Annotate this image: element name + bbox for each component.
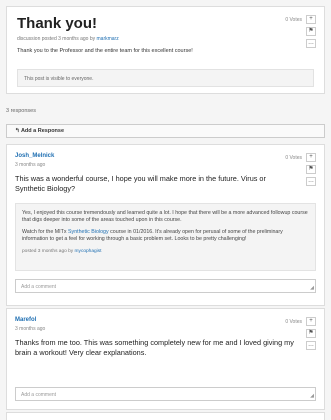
comment-meta: posted 3 months ago by mycophagist	[22, 248, 309, 255]
more-icon: …	[308, 178, 314, 184]
thread-more-button[interactable]: …	[306, 39, 316, 48]
response-more-button[interactable]: …	[306, 177, 316, 186]
response-vote-count: 0 Votes	[285, 155, 302, 161]
add-comment-input[interactable]: Add a comment ◢	[15, 279, 316, 293]
response-timestamp: 3 months ago	[15, 162, 46, 168]
response-upvote-button[interactable]: +	[306, 153, 316, 162]
flag-icon: ⚑	[308, 166, 314, 172]
flag-icon: ⚑	[308, 330, 314, 336]
add-comment-placeholder: Add a comment	[21, 392, 57, 398]
visibility-notice: This post is visible to everyone.	[17, 69, 314, 87]
add-comment-placeholder: Add a comment	[21, 284, 57, 290]
more-icon: …	[308, 342, 314, 348]
response-flag-button[interactable]: ⚑	[306, 329, 316, 338]
response-card	[6, 412, 325, 420]
thread-vote-count: 0 Votes	[285, 17, 302, 23]
responses-count: 3 responses	[6, 108, 36, 114]
add-response-label: Add a Response	[20, 128, 65, 134]
response-card: Marefol 3 months ago Thanks from me too.…	[6, 308, 325, 410]
response-content: Marefol 3 months ago Thanks from me too.…	[15, 317, 316, 357]
more-icon: …	[308, 40, 314, 46]
comment-paragraph: Yes, I enjoyed this course tremendously …	[22, 210, 308, 223]
add-comment-input[interactable]: Add a comment ◢	[15, 387, 316, 401]
thread-flag-button[interactable]: ⚑	[306, 27, 316, 36]
flag-icon: ⚑	[308, 28, 314, 34]
plus-icon: +	[309, 154, 313, 160]
reply-icon: ↰	[15, 128, 20, 134]
thread-meta-text: discussion posted 3 months ago by	[17, 36, 96, 42]
response-author-link[interactable]: Marefol	[15, 317, 316, 323]
thread-body: Thank you to the Professor and the entir…	[17, 48, 193, 54]
response-flag-button[interactable]: ⚑	[306, 165, 316, 174]
thread-panel: Thank you! discussion posted 3 months ag…	[6, 6, 325, 94]
resize-handle-icon[interactable]: ◢	[310, 393, 314, 399]
comment-author-link[interactable]: mycophagist	[75, 249, 102, 254]
plus-icon: +	[309, 318, 313, 324]
thread-upvote-button[interactable]: +	[306, 15, 316, 24]
comment: Yes, I enjoyed this course tremendously …	[15, 203, 316, 271]
thread-author-link[interactable]: markmarz	[97, 36, 119, 42]
response-card: Josh_Melnick 3 months ago This was a won…	[6, 144, 325, 306]
add-response-button[interactable]: ↰ Add a Response	[6, 124, 325, 138]
synthetic-biology-link[interactable]: Synthetic Biology	[68, 229, 109, 235]
comment-text: Watch for the MITx	[22, 229, 69, 235]
thread-meta: discussion posted 3 months ago by markma…	[17, 36, 314, 42]
plus-icon: +	[309, 16, 313, 22]
response-timestamp: 3 months ago	[15, 326, 46, 332]
resize-handle-icon[interactable]: ◢	[310, 285, 314, 291]
comment-paragraph: Watch for the MITx Synthetic Biology cou…	[22, 229, 309, 243]
response-more-button[interactable]: …	[306, 341, 316, 350]
response-upvote-button[interactable]: +	[306, 317, 316, 326]
response-body: This was a wonderful course, I hope you …	[15, 174, 266, 193]
response-author-link[interactable]: Josh_Melnick	[15, 153, 316, 159]
thread-title: Thank you!	[17, 15, 98, 32]
response-vote-count: 0 Votes	[285, 319, 302, 325]
comment-meta-text: posted 3 months ago by	[22, 249, 74, 254]
response-body: Thanks from me too. This was something c…	[15, 338, 294, 357]
response-content: Josh_Melnick 3 months ago This was a won…	[15, 153, 316, 193]
